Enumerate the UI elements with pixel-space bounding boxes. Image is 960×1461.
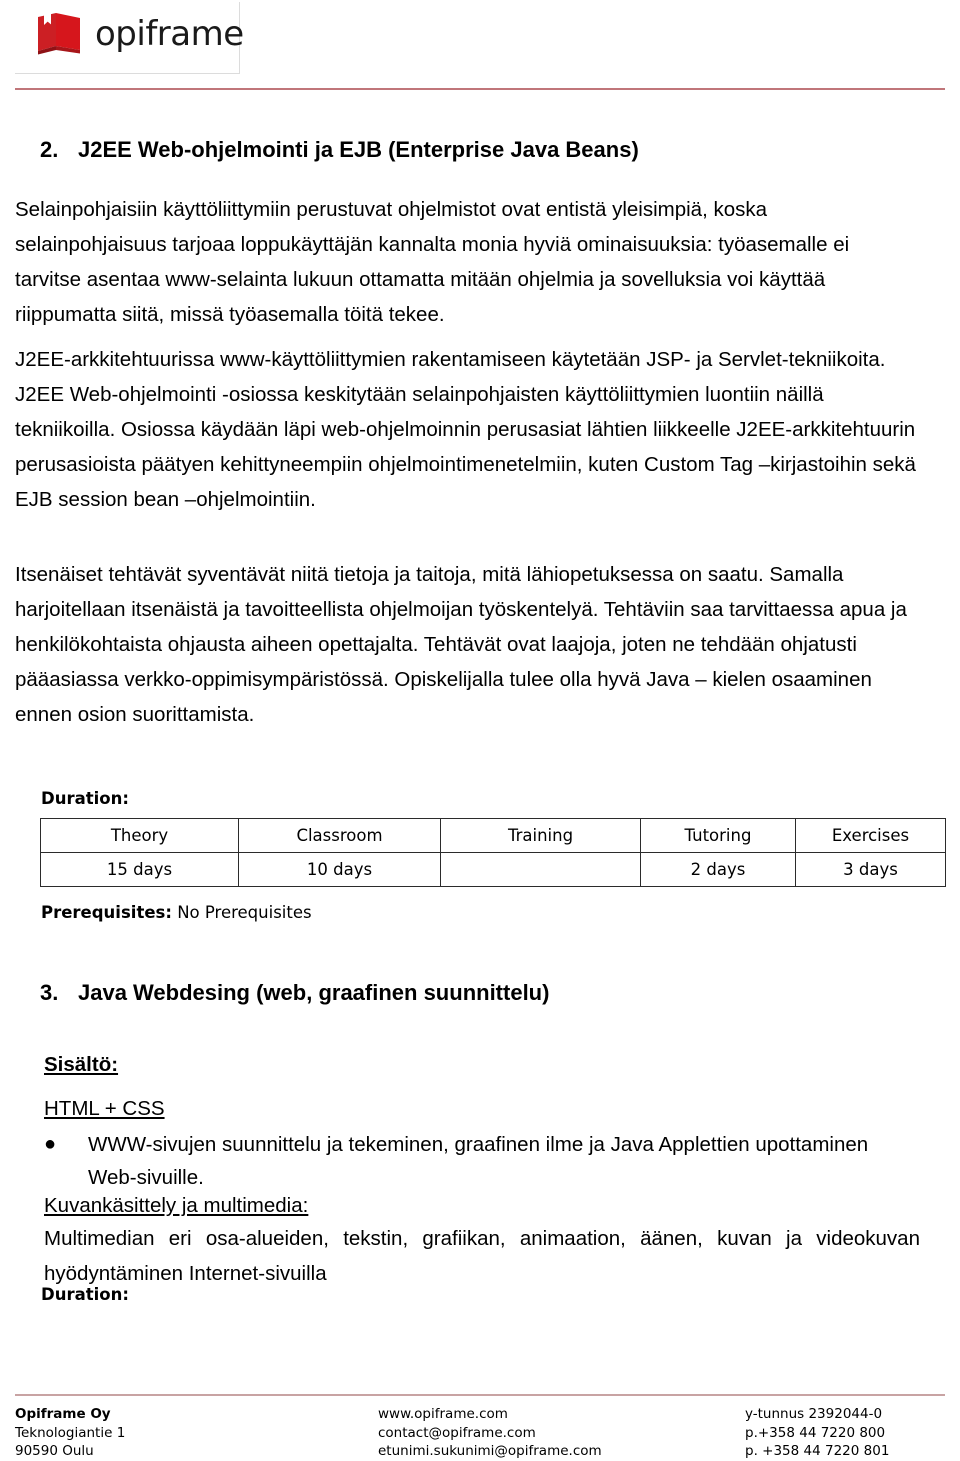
table-cell-training [440,852,641,887]
header-divider [15,88,945,90]
footer-column-web: www.opiframe.com contact@opiframe.com et… [378,1405,602,1461]
footer-phone-2: p. +358 44 7220 801 [745,1443,890,1459]
footer-personal-email[interactable]: etunimi.sukunimi@opiframe.com [378,1442,602,1461]
section-2-paragraph-3: Itsenäiset tehtävät syventävät niitä tie… [15,563,907,726]
table-header-training: Training [440,818,641,853]
footer-company-name: Opiframe Oy [15,1406,111,1422]
footer-column-address: Opiframe Oy Teknologiantie 1 90590 Oulu [15,1405,125,1461]
list-item-label: WWW-sivujen suunnittelu ja tekeminen, gr… [88,1133,869,1189]
prerequisites-value: No Prerequisites [177,903,312,922]
table-header-tutoring: Tutoring [640,818,796,853]
section-3-paragraph: Multimedian eri osa-alueiden, tekstin, g… [44,1227,920,1285]
section-3-number: 3. [40,980,59,1005]
logo-wordmark: opiframe [95,14,244,54]
html-css-subheading: HTML + CSS [44,1097,165,1120]
duration-label-section-2: Duration: [41,789,129,808]
footer-business-id: y-tunnus 2392044-0 [745,1406,883,1422]
section-2-title: J2EE Web-ohjelmointi ja EJB (Enterprise … [78,137,639,162]
book-logo-icon [38,13,80,55]
duration-label-section-3: Duration: [41,1285,129,1304]
table-header-exercises: Exercises [795,818,946,853]
logo-box: opiframe [15,2,244,74]
section-3-title: Java Webdesing (web, graafinen suunnitte… [78,980,550,1005]
footer-phone-1: p.+358 44 7220 800 [745,1424,886,1441]
page-header: opiframe [0,0,960,100]
footer-website[interactable]: www.opiframe.com [378,1405,602,1424]
footer-city: 90590 Oulu [15,1443,94,1459]
footer-contact-email[interactable]: contact@opiframe.com [378,1424,602,1443]
footer-divider [15,1394,945,1396]
prerequisites-line: Prerequisites: No Prerequisites [41,903,312,922]
section-2-paragraph-2: J2EE-arkkitehtuurissa www-käyttöliittymi… [15,348,916,511]
section-2-paragraph-1: Selainpohjaisiin käyttöliittymiin perust… [15,198,850,326]
prerequisites-label: Prerequisites: [41,903,172,922]
logo: opiframe [35,12,244,56]
kuvankasittely-subheading: Kuvankäsittely ja multimedia: [44,1194,309,1217]
table-row-values: 15 days 10 days 2 days 3 days [40,852,946,887]
sisalto-label: Sisältö: [44,1053,119,1076]
table-header-classroom: Classroom [238,818,441,853]
bullet-icon: ● [44,1133,57,1155]
table-header-theory: Theory [40,818,239,853]
section-2-number: 2. [40,137,59,162]
footer-street: Teknologiantie 1 [15,1424,126,1441]
table-cell-theory: 15 days [40,852,239,887]
section-2-heading: 2. J2EE Web-ohjelmointi ja EJB (Enterpris… [40,137,639,163]
table-cell-exercises: 3 days [795,852,946,887]
table-row-headers: Theory Classroom Training Tutoring Exerc… [40,818,946,853]
list-item: ● WWW-sivujen suunnittelu ja tekeminen, … [44,1128,920,1194]
duration-table-section-2: Theory Classroom Training Tutoring Exerc… [40,818,946,887]
table-cell-classroom: 10 days [238,852,441,887]
table-cell-tutoring: 2 days [640,852,796,887]
footer-column-ids: y-tunnus 2392044-0 p.+358 44 7220 800 p.… [745,1405,889,1461]
section-3-heading: 3. Java Webdesing (web, graafinen suunnit… [40,980,549,1006]
